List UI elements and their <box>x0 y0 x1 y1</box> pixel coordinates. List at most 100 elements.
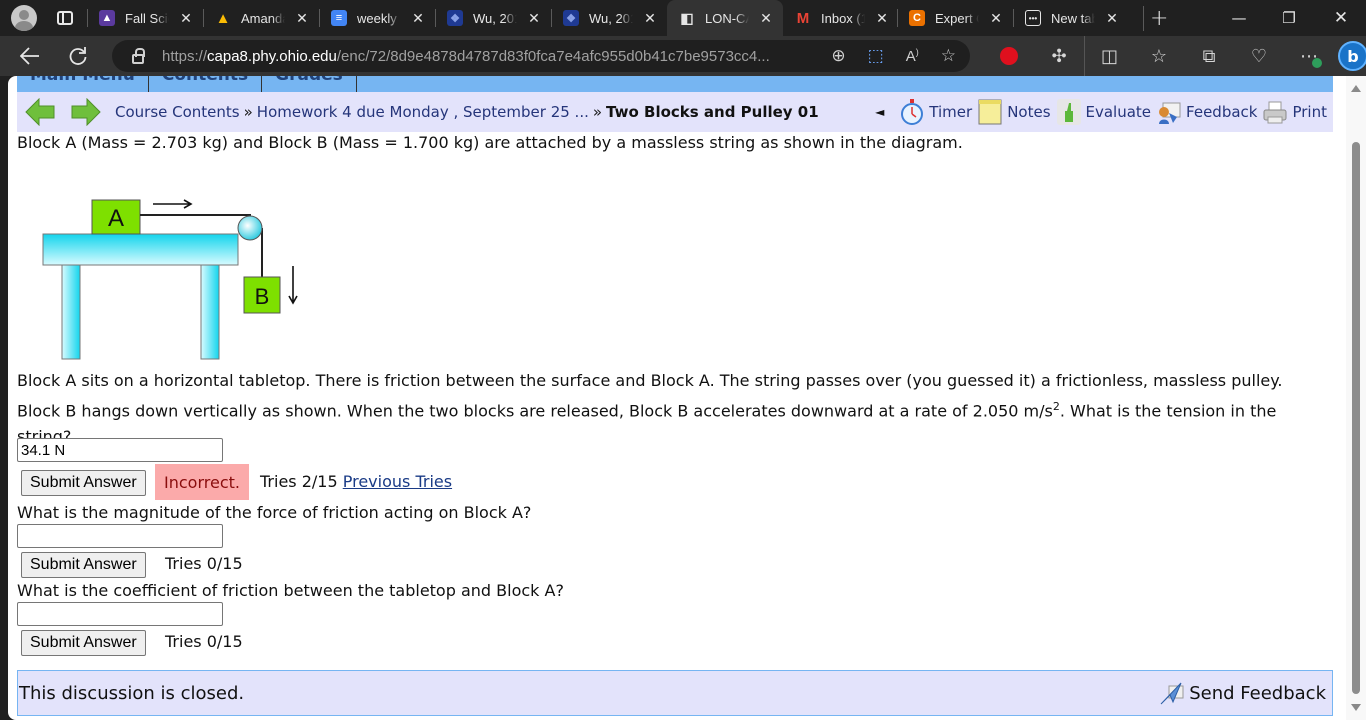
block-a-motion-arrow <box>153 199 193 209</box>
back-arrow-icon <box>20 47 39 65</box>
browser-tab[interactable]: M Inbox (1) ✕ <box>783 0 897 36</box>
close-tab-icon[interactable]: ✕ <box>643 10 657 27</box>
feedback-tool[interactable]: Feedback <box>1157 99 1257 125</box>
incorrect-status-badge: Incorrect. <box>155 464 249 500</box>
submit-answer-button-2[interactable]: Submit Answer <box>21 552 146 578</box>
tab-actions-icon[interactable] <box>57 11 73 25</box>
discussion-panel: This discussion is closed. Send Feedback <box>17 670 1333 716</box>
close-tab-icon[interactable]: ✕ <box>1105 10 1119 27</box>
bing-copilot-icon[interactable]: b <box>1338 41 1366 71</box>
friction-force-question: What is the magnitude of the force of fr… <box>17 503 532 522</box>
browser-toolbar: https://capa8.phy.ohio.edu/enc/72/8d9e48… <box>0 36 1366 76</box>
menu-item-grades[interactable]: Grades <box>262 76 357 92</box>
notes-icon <box>978 99 1002 125</box>
close-tab-icon[interactable]: ✕ <box>295 10 309 27</box>
app-available-icon[interactable]: ⬚ <box>868 46 884 66</box>
block-a-label: A <box>108 205 124 232</box>
favorites-icon[interactable]: ☆ <box>1134 36 1184 76</box>
close-tab-icon[interactable]: ✕ <box>875 10 889 27</box>
extensions-puzzle-icon[interactable]: ✣ <box>1034 36 1084 76</box>
evaluate-tool[interactable]: Evaluate <box>1056 99 1151 125</box>
previous-tries-link[interactable]: Previous Tries <box>343 472 452 491</box>
breadcrumb-course-contents[interactable]: Course Contents <box>115 103 240 121</box>
loncapa-icon: ◧ <box>680 9 694 26</box>
breadcrumb-homework-4[interactable]: Homework 4 due Monday , September 25 ... <box>257 103 589 121</box>
close-tab-icon[interactable]: ✕ <box>179 10 193 27</box>
profile-avatar-icon[interactable] <box>11 5 37 31</box>
friction-coefficient-answer-input[interactable] <box>17 602 223 626</box>
dropbox-icon: ❖ <box>563 10 579 26</box>
submit-answer-button-1[interactable]: Submit Answer <box>21 470 146 496</box>
restore-button[interactable]: ❐ <box>1266 0 1312 36</box>
refresh-button[interactable] <box>60 38 96 74</box>
browser-tab[interactable]: ▲ Amanda ✕ <box>203 0 319 36</box>
chegg-icon: C <box>909 10 925 26</box>
lock-icon[interactable] <box>132 47 145 64</box>
menu-item-contents[interactable]: Contents <box>149 76 263 92</box>
scroll-down-arrow-icon[interactable] <box>1351 704 1361 711</box>
collections-icon[interactable]: ⧉ <box>1184 36 1234 76</box>
close-window-button[interactable]: ✕ <box>1318 0 1364 36</box>
page-viewport: Main Menu Contents Grades Course Content… <box>8 76 1366 720</box>
browser-tab-active[interactable]: ◧ LON-CAPA ✕ <box>667 0 783 36</box>
tries-counter-2: Tries 0/15 <box>165 554 243 573</box>
browser-tab[interactable]: C Expert Q&A ✕ <box>897 0 1013 36</box>
feedback-icon <box>1159 102 1181 124</box>
close-tab-icon[interactable]: ✕ <box>411 10 425 27</box>
breadcrumb: Course Contents» Homework 4 due Monday , … <box>115 103 819 121</box>
back-button[interactable] <box>12 38 48 74</box>
tabletop <box>42 233 239 266</box>
friction-force-answer-input[interactable] <box>17 524 223 548</box>
menu-item-main-menu[interactable]: Main Menu <box>17 76 149 92</box>
classroom-icon: ▲ <box>99 10 115 26</box>
browser-essentials-icon[interactable]: ♡ <box>1234 36 1284 76</box>
print-tool[interactable]: Print <box>1263 99 1327 125</box>
table-leg <box>200 264 220 360</box>
stopwatch-icon <box>901 99 924 125</box>
printer-icon <box>1263 101 1287 124</box>
favorite-star-icon[interactable]: ☆ <box>941 46 956 66</box>
tension-answer-input[interactable] <box>17 438 223 462</box>
new-tab-icon: ••• <box>1025 10 1041 26</box>
close-tab-icon[interactable]: ✕ <box>759 10 773 27</box>
vertical-scrollbar[interactable] <box>1346 76 1366 720</box>
url-text[interactable]: https://capa8.phy.ohio.edu/enc/72/8d9e48… <box>162 48 770 65</box>
minimize-button[interactable]: — <box>1216 0 1262 36</box>
send-feedback-icon <box>1160 682 1184 705</box>
close-tab-icon[interactable]: ✕ <box>527 10 541 27</box>
collapse-tools-icon[interactable]: ◄ <box>875 105 884 119</box>
problem-intro: Block A (Mass = 2.703 kg) and Block B (M… <box>17 133 963 152</box>
submit-answer-button-3[interactable]: Submit Answer <box>21 630 146 656</box>
google-drive-icon: ▲ <box>215 9 231 27</box>
more-menu-icon[interactable]: ⋯ <box>1284 36 1334 76</box>
zoom-icon[interactable]: ⊕ <box>831 46 845 66</box>
browser-tab[interactable]: ••• New tab ✕ <box>1013 0 1129 36</box>
browser-tab[interactable]: ❖ Wu, 2017 ✕ <box>435 0 551 36</box>
block-b-motion-arrow <box>288 266 298 305</box>
previous-page-arrow-icon[interactable] <box>25 98 55 126</box>
read-aloud-icon[interactable]: A) <box>906 47 919 65</box>
send-feedback-button[interactable]: Send Feedback <box>1159 680 1326 706</box>
discussion-closed-text: This discussion is closed. <box>19 682 245 704</box>
timer-tool[interactable]: Timer <box>900 99 972 125</box>
close-tab-icon[interactable]: ✕ <box>989 10 1003 27</box>
thumbs-up-icon <box>1056 99 1081 125</box>
browser-tab[interactable]: ❖ Wu, 2017 ✕ <box>551 0 667 36</box>
split-screen-icon[interactable]: ◫ <box>1084 36 1134 76</box>
dropbox-icon: ❖ <box>447 10 463 26</box>
new-tab-button[interactable]: + <box>1143 5 1168 31</box>
tries-counter-3: Tries 0/15 <box>165 632 243 651</box>
browser-tab[interactable]: ▲ Fall Science ✕ <box>87 0 203 36</box>
navigation-bar: Course Contents» Homework 4 due Monday , … <box>17 92 1333 132</box>
browser-tab[interactable]: ≡ weekly ✕ <box>319 0 435 36</box>
block-b-label: B <box>255 284 270 309</box>
friction-coefficient-question: What is the coefficient of friction betw… <box>17 581 564 600</box>
notes-tool[interactable]: Notes <box>978 99 1051 125</box>
next-page-arrow-icon[interactable] <box>71 98 101 126</box>
scrollbar-thumb[interactable] <box>1352 142 1360 694</box>
google-docs-icon: ≡ <box>331 10 347 26</box>
extension-red-icon[interactable] <box>984 36 1034 76</box>
address-bar[interactable]: https://capa8.phy.ohio.edu/enc/72/8d9e48… <box>112 40 970 72</box>
scroll-up-arrow-icon[interactable] <box>1351 85 1361 92</box>
table-leg <box>61 264 81 360</box>
